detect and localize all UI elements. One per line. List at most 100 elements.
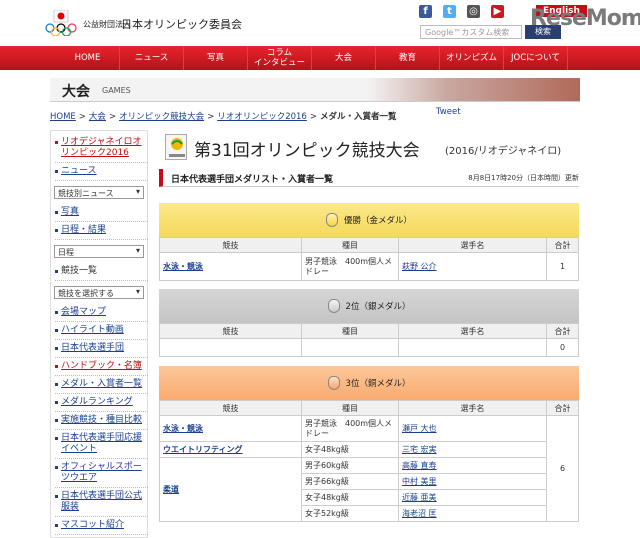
medalist-section-header: 日本代表選手団メダリスト・入賞者一覧 8月8日17時20分（日本時間）更新 — [159, 169, 579, 187]
sidebar-item2-6[interactable]: マスコット紹介 — [55, 517, 148, 535]
nav-item-7[interactable]: JOCについて — [504, 46, 568, 70]
sidebar-list: 会場マップ ハイライト動画 日本代表選手団 — [50, 304, 148, 358]
sport-select[interactable]: 競技を選択する — [54, 286, 144, 299]
org-name[interactable]: 日本オリンピック委員会 — [121, 16, 242, 32]
twitter-icon[interactable]: t — [443, 5, 456, 18]
sidebar-link-news[interactable]: ニュース — [55, 163, 148, 181]
table-row: 水泳・競泳 男子競泳 400m個人メドレー 瀬戸 大也 6 — [159, 415, 579, 522]
sidebar-item2-1[interactable]: メダルランキング — [55, 394, 148, 412]
table-row: 柔道 男子60kg級 高藤 直寿 — [159, 457, 579, 522]
event-cell: 女子48kg級 — [301, 489, 399, 506]
athlete-link[interactable]: 瀬戸 大也 — [402, 424, 437, 433]
sport-link[interactable]: 水泳・競泳 — [163, 424, 203, 433]
sidebar-item2-4[interactable]: オフィシャルスポーツウエア — [55, 459, 148, 488]
col-total: 合計 — [546, 323, 579, 339]
event-cell: 男子66kg級 — [301, 473, 399, 490]
event-cell: 男子競泳 400m個人メドレー — [301, 415, 399, 442]
sidebar-link-events[interactable]: 競技一覧 — [55, 263, 148, 281]
event-cell: 女子52kg級 — [301, 505, 399, 522]
bronze-medal-header: 3位（銅メダル） — [159, 366, 579, 400]
athlete-link[interactable]: 中村 美里 — [402, 477, 437, 486]
instagram-icon[interactable]: ◎ — [467, 5, 480, 18]
main-nav: HOME ニュース 写真 コラム インタビュー 大会 教育 オリンピズム JOCについて — [0, 46, 640, 70]
sidebar-link-rio2016[interactable]: リオデジャネイロオリンピック2016 — [55, 134, 148, 163]
site-header: 公益財団法人 日本オリンピック委員会 f t ◎ ▶ English Googl… — [0, 0, 640, 46]
table-row: 水泳・競泳 男子競泳 400m個人メドレー 萩野 公介 1 — [159, 252, 579, 281]
medalist-section-title: 日本代表選手団メダリスト・入賞者一覧 — [171, 175, 334, 185]
breadcrumb-item[interactable]: HOME — [50, 112, 76, 122]
section-banner: 大会 GAMES — [50, 78, 580, 102]
event-cell: 男子競泳 400m個人メドレー — [301, 252, 399, 281]
youtube-icon[interactable]: ▶ — [491, 5, 504, 18]
page-subtitle: (2016/リオデジャネイロ) — [445, 146, 562, 157]
col-sport: 競技 — [159, 237, 302, 253]
schedule-select[interactable]: 日程 — [54, 245, 144, 258]
gold-medal-header: 優勝（金メダル） — [159, 203, 579, 237]
sidebar: リオデジャネイロオリンピック2016 ニュース 競技別ニュース 写真 日程・結果… — [50, 130, 148, 538]
col-athlete: 選手名 — [398, 237, 547, 253]
sidebar-item-2[interactable]: 日本代表選手団 — [55, 340, 148, 358]
olympic-rings-logo[interactable] — [43, 10, 79, 36]
breadcrumb: HOME > 大会 > オリンピック競技大会 > リオオリンピック2016 > メダル・入賞者一… — [50, 110, 399, 122]
table-row: ウエイトリフティング 女子48kg級 三宅 宏実 — [159, 441, 579, 458]
athlete-link[interactable]: 萩野 公介 — [402, 262, 437, 271]
silver-medal-icon — [327, 299, 340, 313]
page-title: 第31回オリンピック競技大会 — [194, 141, 420, 161]
nav-item-4[interactable]: 大会 — [312, 46, 376, 70]
sidebar-item2-2[interactable]: 実施競技・種目比較 — [55, 412, 148, 430]
athlete-link[interactable]: 三宅 宏実 — [402, 445, 437, 454]
gold-medal-icon — [325, 213, 338, 227]
breadcrumb-separator: > — [78, 112, 86, 122]
nav-item-2[interactable]: 写真 — [184, 46, 248, 70]
tweet-button[interactable]: Tweet — [436, 107, 461, 117]
update-timestamp: 8月8日17時20分（日本時間）更新 — [468, 174, 579, 182]
table-row: 0 — [159, 338, 579, 357]
section-subtitle: GAMES — [102, 86, 131, 95]
watermark-logo: ReseMom — [530, 6, 640, 31]
breadcrumb-item: メダル・入賞者一覧 — [319, 112, 397, 122]
gold-medal-label: 優勝（金メダル） — [343, 216, 412, 226]
bronze-medal-label: 3位（銅メダル） — [345, 379, 411, 389]
col-sport: 競技 — [159, 400, 302, 416]
col-athlete: 選手名 — [398, 323, 547, 339]
sidebar-item2-0[interactable]: メダル・入賞者一覧 — [55, 376, 148, 394]
col-total: 合計 — [546, 237, 579, 253]
section-title: 大会 — [62, 84, 90, 100]
silver-medal-header: 2位（銀メダル） — [159, 289, 579, 323]
sidebar-item-0[interactable]: 会場マップ — [55, 304, 148, 322]
athlete-link[interactable]: 近藤 亜美 — [402, 493, 437, 502]
breadcrumb-item[interactable]: 大会 — [89, 112, 106, 122]
total-cell: 6 — [546, 415, 579, 522]
sidebar-link-handbook[interactable]: ハンドブック・名簿 — [55, 358, 148, 376]
sport-link[interactable]: 柔道 — [163, 485, 179, 494]
sidebar-item-1[interactable]: ハイライト動画 — [55, 322, 148, 340]
bronze-table: 競技 種目 選手名 合計 水泳・競泳 男子競泳 400m個人メドレー 瀬戸 大也 6 … — [159, 400, 579, 522]
sidebar-link-photo[interactable]: 写真 — [55, 204, 148, 222]
nav-item-1[interactable]: ニュース — [120, 46, 184, 70]
breadcrumb-item[interactable]: オリンピック競技大会 — [119, 112, 204, 122]
nav-item-3[interactable]: コラム インタビュー — [248, 46, 312, 70]
sidebar-item2-3[interactable]: 日本代表選手団応援イベント — [55, 430, 148, 459]
search-input[interactable]: Google™カスタム検索 — [420, 25, 522, 39]
facebook-icon[interactable]: f — [419, 5, 432, 18]
bronze-medal-icon — [327, 376, 340, 390]
sport-link[interactable]: ウエイトリフティング — [163, 445, 243, 454]
gold-table: 競技 種目 選手名 合計 水泳・競泳 男子競泳 400m個人メドレー 萩野 公介 1 — [159, 237, 579, 281]
nav-item-0[interactable]: HOME — [56, 46, 120, 70]
event-cell: 男子60kg級 — [301, 457, 399, 474]
nav-item-5[interactable]: 教育 — [376, 46, 440, 70]
col-event: 種目 — [301, 237, 399, 253]
total-cell: 1 — [546, 252, 579, 281]
sport-link[interactable]: 水泳・競泳 — [163, 262, 203, 271]
sidebar-item2-5[interactable]: 日本代表選手団公式服装 — [55, 488, 148, 517]
news-select[interactable]: 競技別ニュース — [54, 186, 144, 199]
athlete-link[interactable]: 海老沼 匡 — [402, 509, 437, 518]
athlete-link[interactable]: 高藤 直寿 — [402, 461, 437, 470]
breadcrumb-item[interactable]: リオオリンピック2016 — [217, 112, 307, 122]
sidebar-link-schedule[interactable]: 日程・結果 — [55, 222, 148, 240]
total-cell: 0 — [546, 338, 579, 357]
nav-item-6[interactable]: オリンピズム — [440, 46, 504, 70]
col-event: 種目 — [301, 400, 399, 416]
col-sport: 競技 — [159, 323, 302, 339]
silver-medal-label: 2位（銀メダル） — [345, 302, 411, 312]
